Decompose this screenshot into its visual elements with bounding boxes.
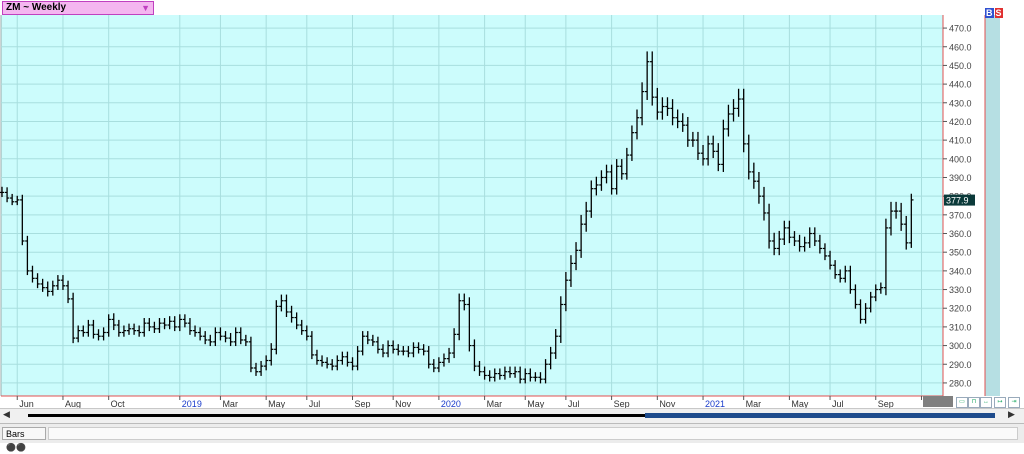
y-tick-label: 440.0	[949, 80, 972, 90]
x-tick-label: May	[791, 399, 809, 408]
y-tick-label: 320.0	[949, 304, 972, 314]
y-tick-label: 370.0	[949, 210, 972, 220]
y-tick-label: 280.0	[949, 378, 972, 388]
chart-type-bar: Bars ⚫⚫	[0, 423, 1024, 452]
x-tick-label: Nov	[395, 399, 412, 408]
x-tick-label: Mar	[746, 399, 762, 408]
symbol-selector[interactable]: ZM ~ Weekly ▼	[2, 1, 154, 15]
bars-tab[interactable]: Bars ⚫⚫	[2, 427, 46, 452]
y-tick-label: 460.0	[949, 42, 972, 52]
x-tick-label: May	[268, 399, 286, 408]
x-tick-label: Jun	[19, 399, 34, 408]
y-tick-label: 310.0	[949, 322, 972, 332]
x-tick-label: Jul	[568, 399, 580, 408]
horizontal-scrollbar[interactable]: ◀ ▶	[0, 408, 1024, 423]
bars-tab-label: Bars	[6, 429, 25, 439]
zoom-in-icon[interactable]: ▭	[956, 397, 968, 408]
last-page-icon[interactable]: ⇥	[1008, 397, 1020, 408]
x-tick-label: May	[527, 399, 545, 408]
buy-sell-flags[interactable]: BS	[985, 8, 1003, 18]
chart-window: 280.0 290.0 300.0 310.0 320.0 330.0 340.0 350.0…	[0, 0, 1024, 452]
y-tick-label: 300.0	[949, 341, 972, 351]
y-tick-label: 400.0	[949, 154, 972, 164]
x-tick-label: 2020	[441, 399, 461, 408]
y-tick-label: 430.0	[949, 98, 972, 108]
next-page-icon[interactable]: ↦	[994, 397, 1006, 408]
x-tick-label: 2019	[182, 399, 202, 408]
x-tick-label: Sep	[355, 399, 371, 408]
zoom-fit-icon[interactable]: ⊓	[968, 397, 980, 408]
last-price-label: 377.9	[946, 196, 969, 206]
plot-area[interactable]	[1, 15, 943, 396]
y-tick-label: 340.0	[949, 266, 972, 276]
buy-flag[interactable]: B	[985, 8, 994, 18]
x-tick-label: Jul	[832, 399, 844, 408]
side-panel	[985, 15, 1000, 396]
x-tick-label: Oct	[111, 399, 126, 408]
x-tick-label: Sep	[878, 399, 894, 408]
y-tick-label: 390.0	[949, 173, 972, 183]
y-tick-label: 420.0	[949, 117, 972, 127]
x-tick-label: Jul	[309, 399, 321, 408]
y-tick-label: 470.0	[949, 24, 972, 34]
scroll-end-block	[923, 396, 953, 407]
price-chart[interactable]: 280.0 290.0 300.0 310.0 320.0 330.0 340.0 350.0…	[0, 0, 1024, 408]
chevron-down-icon[interactable]: ▼	[141, 2, 150, 14]
expand-icon[interactable]: ↔	[980, 397, 992, 408]
y-tick-label: 330.0	[949, 285, 972, 295]
x-tick-label: 2021	[705, 399, 725, 408]
y-tick-label: 360.0	[949, 229, 972, 239]
x-tick-label: Mar	[487, 399, 503, 408]
sell-flag[interactable]: S	[994, 8, 1003, 18]
x-tick-label: Nov	[659, 399, 676, 408]
symbol-label: ZM ~ Weekly	[6, 2, 67, 13]
y-tick-label: 350.0	[949, 248, 972, 258]
y-tick-label: 290.0	[949, 360, 972, 370]
x-tick-label: Sep	[614, 399, 630, 408]
link-icon[interactable]: ⚫⚫	[6, 443, 26, 452]
x-tick-label: Aug	[65, 399, 81, 408]
scroll-thumb[interactable]	[645, 413, 995, 418]
x-tick-label: Mar	[222, 399, 238, 408]
y-tick-label: 450.0	[949, 61, 972, 71]
scroll-right-icon[interactable]: ▶	[1008, 409, 1015, 420]
y-tick-label: 410.0	[949, 136, 972, 146]
tab-strip	[48, 427, 1018, 440]
scroll-left-icon[interactable]: ◀	[3, 409, 10, 420]
